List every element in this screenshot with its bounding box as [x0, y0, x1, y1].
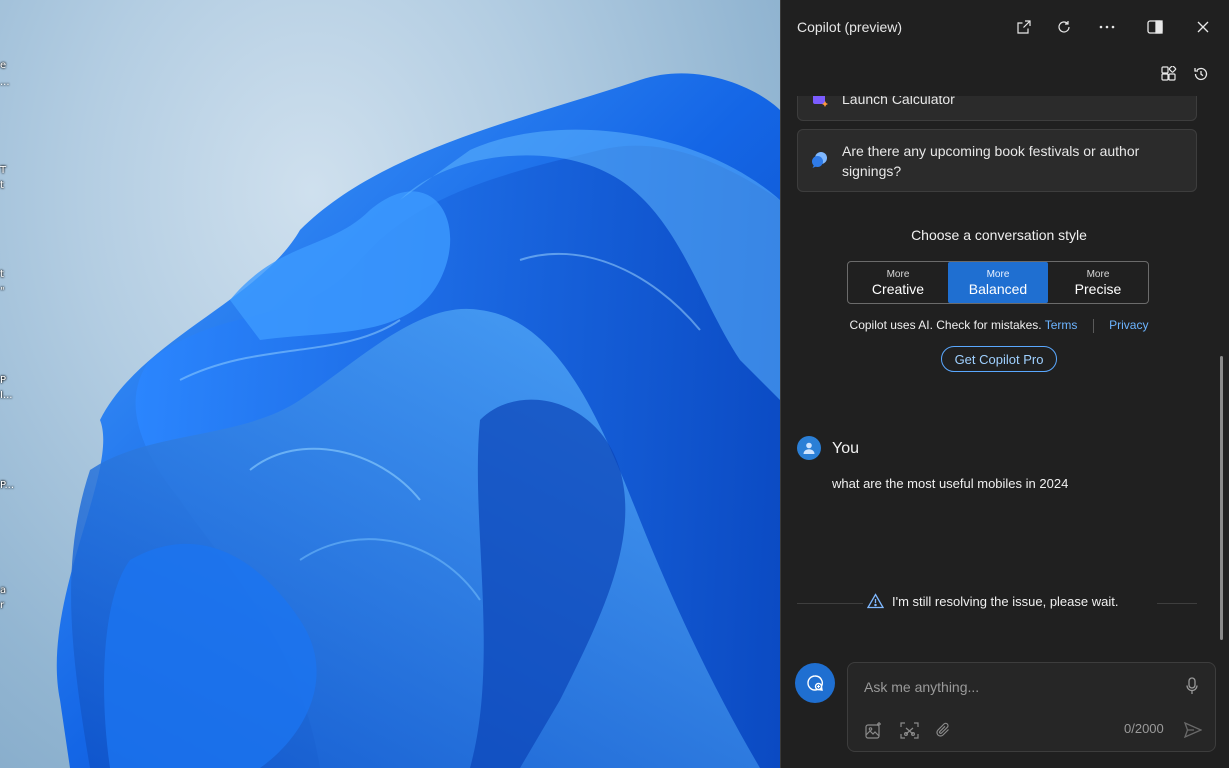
character-counter: 0/2000: [1124, 721, 1164, 736]
disclaimer-text: Copilot uses AI. Check for mistakes.: [849, 318, 1042, 332]
ai-disclaimer: Copilot uses AI. Check for mistakes. Ter…: [781, 318, 1217, 333]
microphone-icon[interactable]: [1182, 675, 1202, 697]
refresh-icon[interactable]: [1051, 14, 1077, 40]
more-icon[interactable]: [1094, 14, 1120, 40]
send-icon[interactable]: [1183, 720, 1203, 740]
desktop-icon-label[interactable]: P: [0, 375, 6, 386]
suggestion-chip[interactable]: Launch Calculator: [797, 96, 1197, 121]
conversation-style-title: Choose a conversation style: [911, 227, 1087, 243]
close-icon[interactable]: [1190, 14, 1216, 40]
get-copilot-pro-button[interactable]: Get Copilot Pro: [941, 346, 1057, 372]
style-option-balanced[interactable]: More Balanced: [948, 262, 1048, 303]
privacy-link[interactable]: Privacy: [1109, 318, 1148, 332]
panel-titlebar: Copilot (preview): [781, 0, 1229, 54]
history-icon[interactable]: [1189, 62, 1213, 86]
suggestion-chip[interactable]: Are there any upcoming book festivals or…: [797, 129, 1197, 192]
desktop-icon-label[interactable]: ...: [0, 77, 10, 88]
user-name: You: [832, 440, 859, 457]
desktop-wallpaper: e ... T t t " P I... P... a r: [0, 0, 780, 768]
desktop-icon-label[interactable]: t: [0, 180, 4, 191]
style-option-prefix: More: [986, 268, 1010, 280]
copilot-panel: Copilot (preview) Launch Calculator Are …: [780, 0, 1229, 768]
style-option-creative[interactable]: More Creative: [848, 262, 948, 303]
add-image-icon[interactable]: [864, 721, 882, 739]
desktop-icon-label[interactable]: r: [0, 600, 4, 611]
link-divider: [1092, 318, 1094, 333]
open-in-new-icon[interactable]: [1011, 14, 1037, 40]
suggestion-text: Are there any upcoming book festivals or…: [842, 143, 1140, 179]
style-option-label: Precise: [1074, 280, 1122, 297]
wallpaper-bloom: [56, 73, 780, 768]
calculator-sparkle-icon: [810, 96, 830, 114]
desktop-icon-label[interactable]: ": [0, 286, 5, 297]
warning-icon: [867, 593, 884, 609]
terms-link[interactable]: Terms: [1045, 318, 1078, 332]
style-option-precise[interactable]: More Precise: [1048, 262, 1148, 303]
suggestion-text: Launch Calculator: [842, 96, 955, 107]
chat-input[interactable]: [862, 675, 1166, 699]
style-option-prefix: More: [886, 268, 910, 280]
desktop-icon-label[interactable]: T: [0, 165, 6, 176]
conversation-scroll-area[interactable]: Launch Calculator Are there any upcoming…: [781, 96, 1229, 652]
panel-title: Copilot (preview): [797, 19, 903, 35]
status-text: I'm still resolving the issue, please wa…: [892, 593, 1119, 609]
user-avatar: [797, 436, 821, 460]
desktop-icon-label[interactable]: a: [0, 585, 6, 596]
style-option-prefix: More: [1086, 268, 1110, 280]
chat-composer: 0/2000: [847, 662, 1216, 752]
desktop-icon-label[interactable]: e: [0, 60, 6, 71]
plugins-icon[interactable]: [1157, 62, 1181, 86]
screenshot-icon[interactable]: [899, 721, 919, 739]
attach-icon[interactable]: [934, 721, 952, 739]
status-message: I'm still resolving the issue, please wa…: [863, 593, 1157, 609]
desktop-icon-label[interactable]: P...: [0, 480, 14, 491]
user-message: what are the most useful mobiles in 2024: [832, 476, 1069, 491]
desktop-icon-label[interactable]: t: [0, 269, 4, 280]
dock-side-icon[interactable]: [1142, 14, 1168, 40]
desktop-icon-label[interactable]: I...: [0, 390, 13, 401]
scrollbar[interactable]: [1220, 356, 1223, 640]
new-topic-button[interactable]: [795, 663, 835, 703]
style-option-label: Creative: [871, 280, 925, 297]
conversation-style-selector: More Creative More Balanced More Precise: [847, 261, 1149, 304]
chat-bubbles-icon: [810, 150, 830, 175]
style-option-label: Balanced: [968, 280, 1028, 297]
